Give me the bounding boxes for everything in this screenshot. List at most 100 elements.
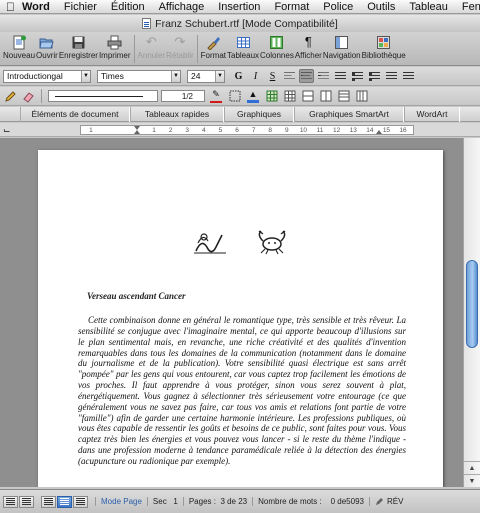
- notebook-view-icon: [76, 498, 85, 505]
- table-grid-button[interactable]: [282, 89, 297, 103]
- line-color-button[interactable]: ✎: [208, 89, 224, 103]
- grow-font-button[interactable]: G: [231, 69, 246, 83]
- tab-tableaux-rapides[interactable]: Tableaux rapides: [130, 106, 224, 122]
- navigation-button[interactable]: Navigation: [323, 32, 361, 65]
- body-paragraph[interactable]: Cette combinaison donne en général le ro…: [78, 315, 406, 467]
- vertical-scrollbar[interactable]: ▲ ▼: [463, 138, 480, 487]
- view-outline-button[interactable]: [19, 495, 34, 508]
- distribute-columns-icon: [356, 90, 367, 102]
- tab-stop-icon[interactable]: ⌙: [3, 125, 13, 135]
- underline-button[interactable]: S: [265, 69, 280, 83]
- redo-icon: ↷: [174, 34, 186, 49]
- eraser-button[interactable]: [21, 89, 36, 103]
- insert-table-icon: [266, 90, 277, 102]
- save-button[interactable]: Enregistrer: [59, 32, 98, 65]
- style-select[interactable]: Introductiongal ▼: [3, 69, 91, 83]
- new-button[interactable]: Nouveau: [3, 32, 35, 65]
- apple-icon[interactable]: : [6, 0, 15, 13]
- columns-button[interactable]: Colonnes: [260, 32, 294, 65]
- ruler-number: 3: [185, 127, 190, 134]
- distribute-rows-button[interactable]: [336, 89, 351, 103]
- menu-affichage[interactable]: Affichage: [152, 1, 212, 13]
- scroll-down-icon[interactable]: ▼: [464, 474, 480, 487]
- track-changes-indicator[interactable]: RÉV: [368, 497, 408, 506]
- print-layout-icon: [60, 498, 69, 505]
- font-select[interactable]: Times ▼: [97, 69, 181, 83]
- document-icon: [142, 18, 152, 29]
- font-size-select[interactable]: 24 ▼: [187, 69, 225, 83]
- menu-fenetre[interactable]: Fenêtre: [455, 1, 480, 13]
- tab-graphiques-smartart[interactable]: Graphiques SmartArt: [294, 106, 404, 122]
- tab-elements-document[interactable]: Éléments de document: [20, 106, 130, 122]
- save-label: Enregistrer: [58, 51, 98, 60]
- redo-button[interactable]: ↷ Rétablir: [166, 32, 194, 65]
- menu-outils[interactable]: Outils: [360, 1, 402, 13]
- tab-graphiques[interactable]: Graphiques: [224, 106, 294, 122]
- font-value: Times: [101, 71, 124, 81]
- menu-insertion[interactable]: Insertion: [211, 1, 267, 13]
- merge-cells-button[interactable]: [300, 89, 315, 103]
- formatting-toolbar: Introductiongal ▼ Times ▼ 24 ▼ G I S: [0, 67, 480, 86]
- align-center-button[interactable]: [299, 69, 314, 83]
- window-title-bar: Franz Schubert.rtf [Mode Compatibilité]: [0, 15, 480, 32]
- ruler-number: 11: [316, 127, 324, 134]
- view-notebook-button[interactable]: [73, 495, 88, 508]
- view-publishing-button[interactable]: [41, 495, 56, 508]
- justify-button[interactable]: [333, 69, 348, 83]
- ruler-number: 12: [333, 127, 341, 134]
- open-button[interactable]: Ouvrir: [36, 32, 58, 65]
- scrollbar-thumb[interactable]: [466, 260, 478, 348]
- document-area[interactable]: Verseau ascendant Cancer Cette combinais…: [0, 138, 463, 487]
- borders-icon: [229, 90, 240, 102]
- pencil-button[interactable]: [3, 89, 18, 103]
- tab-wordart[interactable]: WordArt: [404, 106, 460, 122]
- bullets-button[interactable]: [350, 69, 365, 83]
- menu-edition[interactable]: Édition: [104, 1, 152, 13]
- distribute-columns-button[interactable]: [354, 89, 369, 103]
- decrease-indent-button[interactable]: [384, 69, 399, 83]
- menu-format[interactable]: Format: [267, 1, 316, 13]
- format-button[interactable]: Format: [201, 32, 226, 65]
- chevron-down-icon: ▼: [81, 70, 90, 82]
- section-heading[interactable]: Verseau ascendant Cancer: [87, 291, 186, 301]
- menu-tableau[interactable]: Tableau: [402, 1, 455, 13]
- print-button[interactable]: Imprimer: [99, 32, 131, 65]
- fill-color-button[interactable]: ▲: [245, 89, 261, 103]
- document-page[interactable]: Verseau ascendant Cancer Cette combinais…: [38, 150, 443, 487]
- ruler-number: 10: [299, 127, 308, 134]
- tables-button[interactable]: Tableaux: [227, 32, 259, 65]
- undo-button[interactable]: ↶ Annuler: [138, 32, 166, 65]
- align-right-button[interactable]: [316, 69, 331, 83]
- menu-police[interactable]: Police: [316, 1, 360, 13]
- show-button[interactable]: ¶ Afficher: [295, 32, 322, 65]
- distribute-rows-icon: [338, 90, 349, 102]
- scroll-arrows: ▲ ▼: [464, 461, 480, 487]
- left-indent-marker[interactable]: [134, 130, 141, 134]
- borders-button[interactable]: [227, 89, 242, 103]
- table-icon: [235, 34, 251, 50]
- numbered-list-icon: [369, 71, 380, 81]
- insert-table-button[interactable]: [264, 89, 279, 103]
- navigation-label: Navigation: [322, 51, 361, 60]
- split-cells-button[interactable]: [318, 89, 333, 103]
- line-style-select[interactable]: [48, 90, 158, 102]
- italic-button[interactable]: I: [248, 69, 263, 83]
- toolbox-button[interactable]: Bibliothèque: [362, 32, 406, 65]
- menu-fichier[interactable]: Fichier: [57, 1, 104, 13]
- show-label: Afficher: [294, 51, 322, 60]
- ruler-number: 1: [152, 127, 156, 134]
- increase-indent-icon: [403, 71, 414, 81]
- section-label: Sec 1: [146, 497, 183, 506]
- view-print-layout-button[interactable]: [57, 495, 72, 508]
- section-value: 1: [173, 497, 178, 506]
- line-weight-select[interactable]: 1/2: [161, 90, 205, 102]
- horizontal-ruler[interactable]: 1 1 2 3 4 5 6 7 8 9 10 11 12 13 14 15 16: [80, 125, 414, 135]
- scroll-up-icon[interactable]: ▲: [464, 461, 480, 474]
- increase-indent-button[interactable]: [401, 69, 416, 83]
- decrease-indent-icon: [386, 71, 397, 81]
- numbering-button[interactable]: [367, 69, 382, 83]
- align-left-button[interactable]: [282, 69, 297, 83]
- menu-app[interactable]: Word: [15, 1, 57, 13]
- view-draft-button[interactable]: [3, 495, 18, 508]
- right-indent-marker[interactable]: [376, 130, 383, 134]
